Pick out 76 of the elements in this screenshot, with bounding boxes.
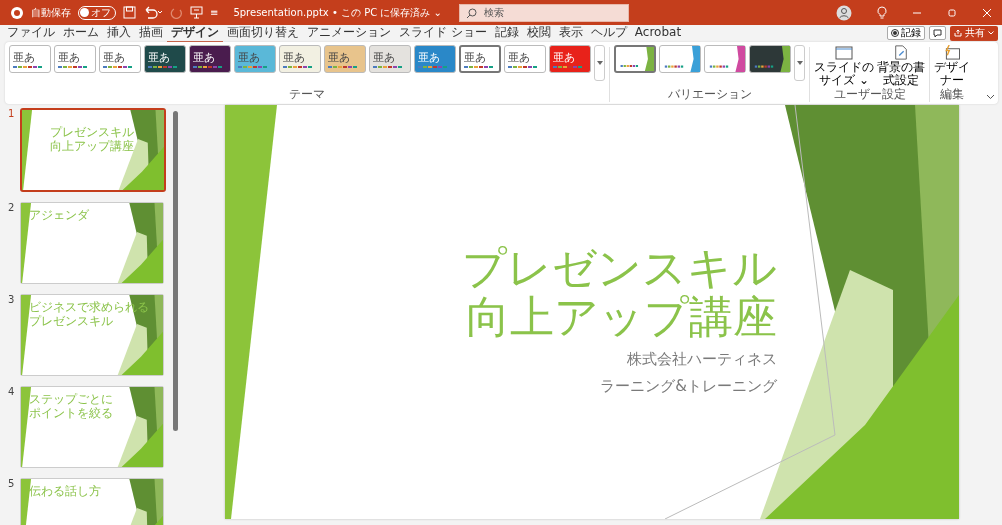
slide-subtitle: 株式会社ハーティネス bbox=[627, 349, 777, 369]
theme-tile[interactable]: 亜あ bbox=[279, 45, 321, 73]
menu-tab[interactable]: ヘルプ bbox=[586, 23, 631, 43]
slide-subtitle: ラーニング&トレーニング bbox=[600, 376, 777, 396]
group-label: ユーザー設定 bbox=[833, 86, 906, 104]
record-icon bbox=[891, 29, 899, 37]
designer-button[interactable]: デザイナー bbox=[934, 45, 970, 87]
slide-number: 1 bbox=[8, 108, 15, 121]
group-label: バリエーション bbox=[667, 86, 752, 103]
group-label: 編集 bbox=[940, 86, 964, 104]
presenter-icon[interactable] bbox=[190, 6, 203, 19]
slide-title: 伝わる話し方 bbox=[29, 485, 102, 499]
autosave-label: 自動保存 bbox=[31, 5, 71, 20]
variation-tile[interactable] bbox=[614, 45, 656, 73]
user-avatar-icon[interactable] bbox=[836, 4, 852, 21]
variation-tile[interactable] bbox=[704, 45, 746, 73]
menu-tab[interactable]: アニメーション bbox=[303, 23, 395, 43]
undo-icon[interactable] bbox=[143, 6, 163, 19]
theme-tile[interactable]: 亜あ bbox=[9, 45, 51, 73]
menu-tab[interactable]: ファイル bbox=[3, 23, 59, 43]
theme-tile[interactable]: 亜あ bbox=[144, 45, 186, 73]
format-background-icon bbox=[893, 45, 909, 60]
theme-tile[interactable]: 亜あ bbox=[234, 45, 276, 73]
menu-tab[interactable]: 描画 bbox=[135, 23, 167, 43]
menu-tab[interactable]: Acrobat bbox=[630, 25, 686, 41]
menu-tab[interactable]: 校閲 bbox=[522, 23, 555, 43]
search-field[interactable]: 検索 bbox=[458, 3, 629, 22]
menu-tab[interactable]: 挿入 bbox=[103, 23, 135, 43]
record-button[interactable]: 記録 bbox=[887, 26, 925, 40]
dropdown-arrow-icon bbox=[596, 61, 603, 65]
menu-tab[interactable]: ホーム bbox=[59, 23, 103, 43]
share-button[interactable]: 共有 bbox=[950, 25, 998, 41]
theme-tile[interactable]: 亜あ bbox=[549, 45, 591, 73]
theme-tile[interactable]: 亜あ bbox=[54, 45, 96, 73]
slide-number: 3 bbox=[8, 294, 15, 307]
gallery-more-button[interactable] bbox=[594, 45, 605, 81]
slide-title: アジェンダ bbox=[29, 209, 90, 223]
theme-tile[interactable]: 亜あ bbox=[504, 45, 546, 73]
slide-number: 5 bbox=[8, 478, 15, 491]
close-icon[interactable] bbox=[982, 7, 992, 18]
ribbon-button[interactable]: 背景の書式設定 bbox=[877, 45, 925, 87]
dropdown-arrow-icon bbox=[796, 61, 803, 65]
slide-number: 2 bbox=[8, 202, 15, 215]
collapse-ribbon-icon[interactable] bbox=[986, 94, 995, 100]
menu-tab[interactable]: スライド ショー bbox=[395, 23, 491, 43]
ribbon-button[interactable]: スライドのサイズ ⌄ bbox=[814, 45, 874, 87]
menu-tab[interactable]: 記録 bbox=[490, 23, 523, 43]
comment-button[interactable] bbox=[929, 26, 946, 40]
slide-title: ステップごとにポイントを絞る bbox=[29, 393, 113, 421]
app-logo-icon bbox=[10, 5, 24, 20]
gallery-more-button[interactable] bbox=[794, 45, 805, 81]
menu-tab[interactable]: 表示 bbox=[554, 23, 587, 43]
designer-icon bbox=[943, 45, 961, 60]
slide-title: プレゼンスキル向上アップ講座 bbox=[461, 243, 777, 342]
theme-tile[interactable]: 亜あ bbox=[324, 45, 366, 73]
slide-number: 4 bbox=[8, 386, 15, 399]
theme-tile[interactable]: 亜あ bbox=[414, 45, 456, 73]
slide-size-icon bbox=[835, 45, 853, 60]
save-icon[interactable] bbox=[123, 6, 136, 19]
comment-icon bbox=[933, 28, 942, 38]
group-label: テーマ bbox=[289, 86, 325, 103]
search-icon bbox=[465, 7, 477, 19]
caret-icon bbox=[988, 31, 994, 35]
theme-tile[interactable]: 亜あ bbox=[459, 45, 501, 73]
menu-tab[interactable]: 画面切り替え bbox=[223, 23, 303, 43]
slide-title: プレゼンスキル向上アップ講座 bbox=[49, 126, 134, 154]
lightbulb-icon[interactable] bbox=[877, 6, 887, 19]
theme-tile[interactable]: 亜あ bbox=[189, 45, 231, 73]
theme-tile[interactable]: 亜あ bbox=[99, 45, 141, 73]
file-title[interactable]: 5presentation.pptx • この PC に保存済み ⌄ bbox=[233, 5, 442, 20]
theme-tile[interactable]: 亜あ bbox=[369, 45, 411, 73]
customize-toolbar-button[interactable]: ≡ bbox=[210, 7, 219, 18]
share-icon bbox=[954, 29, 962, 37]
restore-icon[interactable] bbox=[947, 7, 957, 18]
variation-tile[interactable] bbox=[749, 45, 791, 73]
variation-tile[interactable] bbox=[659, 45, 701, 73]
